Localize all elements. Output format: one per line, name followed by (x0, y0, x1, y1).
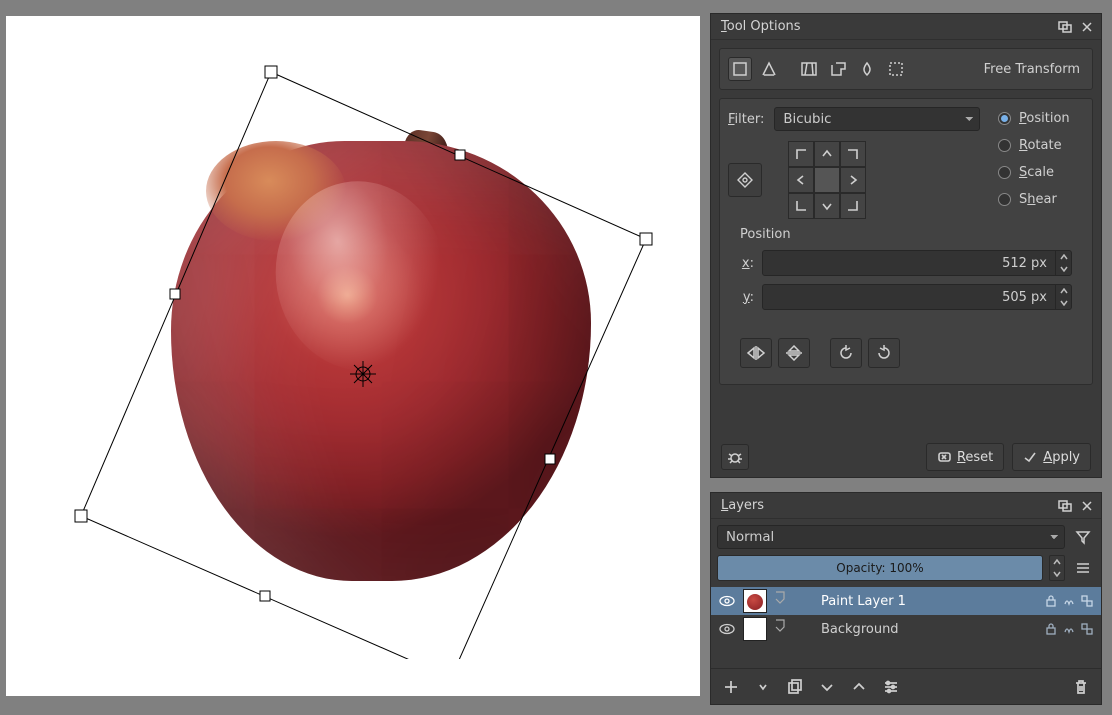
anchor-bottom[interactable] (814, 193, 840, 219)
flip-vertical-button[interactable] (778, 338, 810, 368)
tool-options-title: TTool Optionsool Options (721, 19, 801, 34)
layers-panel: LLayersayers Normal Opacity: 100% (710, 492, 1102, 705)
layer-list: Paint Layer 1 Background (711, 587, 1101, 643)
transform-mode-group: Free Transform (719, 48, 1093, 90)
y-label: y: (740, 290, 754, 305)
x-input[interactable] (763, 251, 1055, 275)
bug-icon[interactable] (721, 444, 749, 470)
close-panel-icon[interactable] (1077, 18, 1097, 36)
x-step-up-icon[interactable] (1056, 251, 1071, 263)
opacity-label: Opacity: 100% (718, 556, 1042, 580)
anchor-bottom-right[interactable] (840, 193, 866, 219)
y-step-up-icon[interactable] (1056, 285, 1071, 297)
lock-icon[interactable] (1043, 593, 1059, 609)
alpha-lock-icon[interactable] (1061, 621, 1077, 637)
layer-thumbnail (743, 589, 767, 613)
layer-link-icon (773, 618, 787, 640)
layer-name: Background (793, 622, 1037, 637)
inherit-alpha-icon[interactable] (1079, 593, 1095, 609)
layer-name: Paint Layer 1 (793, 594, 1037, 609)
anchor-left[interactable] (788, 167, 814, 193)
tool-options-footer: RReseteset AApplypply (711, 437, 1101, 477)
blend-mode-select[interactable]: Normal (717, 525, 1065, 549)
close-layers-icon[interactable] (1077, 497, 1097, 515)
delete-layer-icon[interactable] (1071, 677, 1091, 697)
apply-button[interactable]: AApplypply (1012, 443, 1091, 471)
canvas[interactable] (6, 16, 700, 696)
y-input[interactable] (763, 285, 1055, 309)
opacity-slider[interactable]: Opacity: 100% (717, 555, 1043, 581)
duplicate-layer-icon[interactable] (785, 677, 805, 697)
float-layers-icon[interactable] (1055, 497, 1075, 515)
warp-mode-icon[interactable] (797, 57, 821, 81)
add-layer-menu-icon[interactable] (753, 677, 773, 697)
layer-settings-icon[interactable] (881, 677, 901, 697)
radio-shear[interactable]: Shear (998, 192, 1084, 207)
visibility-toggle-icon[interactable] (717, 619, 737, 639)
rotate-cw-button[interactable] (868, 338, 900, 368)
cage-mode-icon[interactable] (826, 57, 850, 81)
add-layer-icon[interactable] (721, 677, 741, 697)
rotate-ccw-button[interactable] (830, 338, 862, 368)
layers-title: LLayersayers (721, 498, 764, 513)
move-layer-down-icon[interactable] (817, 677, 837, 697)
x-label: x: (740, 256, 754, 271)
anchor-grid (788, 141, 866, 219)
anchor-top-right[interactable] (840, 141, 866, 167)
filter-layers-icon[interactable] (1071, 525, 1095, 549)
layer-item-paint-layer-1[interactable]: Paint Layer 1 (711, 587, 1101, 615)
y-step-down-icon[interactable] (1056, 297, 1071, 309)
anchor-right[interactable] (840, 167, 866, 193)
center-pivot-button[interactable] (728, 163, 762, 197)
liquify-mode-icon[interactable] (855, 57, 879, 81)
inherit-alpha-icon[interactable] (1079, 621, 1095, 637)
x-spinbox[interactable] (762, 250, 1072, 276)
reset-button[interactable]: RReseteset (926, 443, 1004, 471)
layer-link-icon (773, 590, 787, 612)
mesh-mode-icon[interactable] (884, 57, 908, 81)
anchor-bottom-left[interactable] (788, 193, 814, 219)
tool-options-panel: TTool Optionsool Options Free Transform (710, 13, 1102, 478)
radio-scale[interactable]: Scale (998, 165, 1084, 180)
x-step-down-icon[interactable] (1056, 263, 1071, 275)
opacity-menu-icon[interactable] (1071, 556, 1095, 580)
perspective-mode-icon[interactable] (757, 57, 781, 81)
lock-icon[interactable] (1043, 621, 1059, 637)
filter-label: Filter: (728, 112, 764, 127)
tool-options-titlebar: TTool Optionsool Options (711, 14, 1101, 40)
layers-footer (711, 668, 1101, 704)
opacity-step-down-icon[interactable] (1050, 568, 1064, 580)
layer-thumbnail (743, 617, 767, 641)
float-panel-icon[interactable] (1055, 18, 1075, 36)
radio-rotate[interactable]: Rotate (998, 138, 1084, 153)
move-layer-up-icon[interactable] (849, 677, 869, 697)
y-spinbox[interactable] (762, 284, 1072, 310)
opacity-step-up-icon[interactable] (1050, 556, 1064, 568)
free-transform-mode-icon[interactable] (728, 57, 752, 81)
current-mode-label: Free Transform (984, 62, 1084, 77)
position-section-label: Position (740, 227, 1084, 242)
alpha-lock-icon[interactable] (1061, 593, 1077, 609)
transform-settings-group: Filter: Bicubic (719, 98, 1093, 385)
anchor-top[interactable] (814, 141, 840, 167)
layers-titlebar: LLayersayers (711, 493, 1101, 519)
anchor-top-left[interactable] (788, 141, 814, 167)
radio-position[interactable]: Position (998, 111, 1084, 126)
flip-horizontal-button[interactable] (740, 338, 772, 368)
layer-item-background[interactable]: Background (711, 615, 1101, 643)
anchor-center[interactable] (814, 167, 840, 193)
filter-select[interactable]: Bicubic (774, 107, 980, 131)
visibility-toggle-icon[interactable] (717, 591, 737, 611)
